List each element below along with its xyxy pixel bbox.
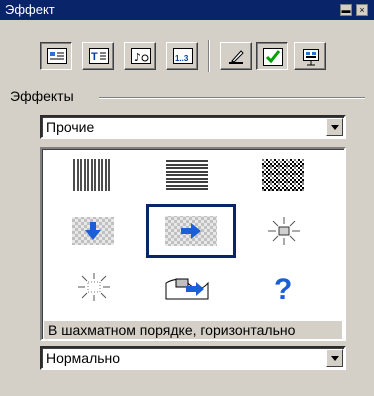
vertical-blinds-effect[interactable] [66, 157, 120, 193]
toolbar-separator [208, 40, 210, 72]
fade-center-effect[interactable] [256, 213, 310, 249]
slideshow-button[interactable] [294, 42, 326, 70]
effects-tab-button[interactable] [40, 42, 72, 70]
effects-grid: ? В шахматном порядке, горизонтально [40, 147, 346, 341]
fly-in-effect[interactable] [160, 269, 214, 305]
question-icon: ? [274, 273, 292, 306]
effects-icon [47, 48, 67, 64]
timing-icon: 1..3 [173, 48, 193, 64]
window-title: Эффект [5, 2, 55, 17]
svg-text:?: ? [274, 273, 292, 305]
checkerboard-down-icon [72, 217, 114, 245]
svg-text:♪: ♪ [134, 51, 141, 64]
minimize-icon[interactable]: ▬ [340, 4, 352, 16]
effect-window: Эффект ▬ × T ♪ 1..3 Эффекты Прочие ? В ш… [0, 0, 374, 396]
fade-outline-effect[interactable] [66, 269, 120, 305]
sound-icon: ♪ [131, 48, 151, 64]
dissolve-effect[interactable] [256, 157, 310, 193]
chevron-down-icon[interactable] [326, 118, 343, 136]
horizontal-lines-icon [166, 160, 208, 190]
horizontal-blinds-effect[interactable] [160, 157, 214, 193]
category-select-value: Прочие [46, 119, 95, 135]
apply-button[interactable] [256, 42, 288, 70]
random-effect[interactable]: ? [256, 269, 310, 306]
text-tab-button[interactable]: T [82, 42, 114, 70]
svg-text:1..3: 1..3 [175, 54, 189, 63]
text-icon: T [89, 48, 109, 64]
dissolve-icon [262, 159, 304, 191]
svg-text:T: T [91, 51, 98, 63]
effects-group-label: Эффекты [10, 88, 74, 104]
check-icon [263, 48, 283, 66]
pen-icon [229, 50, 244, 64]
effect-caption: В шахматном порядке, горизонтально [44, 321, 342, 339]
checkerboard-right-effect[interactable] [146, 204, 236, 258]
sparkle-outline-icon [74, 271, 114, 303]
vertical-lines-icon [72, 159, 112, 191]
preview-tool-button[interactable] [220, 42, 252, 70]
slideshow-icon [303, 49, 319, 66]
speed-select-value: Нормально [46, 350, 121, 366]
sparkle-center-icon [264, 215, 304, 247]
sound-tab-button[interactable]: ♪ [124, 42, 156, 70]
fly-in-icon [165, 278, 209, 300]
category-select[interactable]: Прочие [40, 115, 346, 139]
group-divider [99, 97, 365, 99]
checkerboard-right-icon [165, 216, 217, 246]
timing-tab-button[interactable]: 1..3 [166, 42, 198, 70]
checkerboard-down-effect[interactable] [66, 213, 120, 249]
close-icon[interactable]: × [356, 4, 368, 16]
chevron-down-icon[interactable] [326, 349, 343, 367]
speed-select[interactable]: Нормально [40, 346, 346, 370]
title-bar[interactable]: Эффект ▬ × [0, 0, 374, 20]
